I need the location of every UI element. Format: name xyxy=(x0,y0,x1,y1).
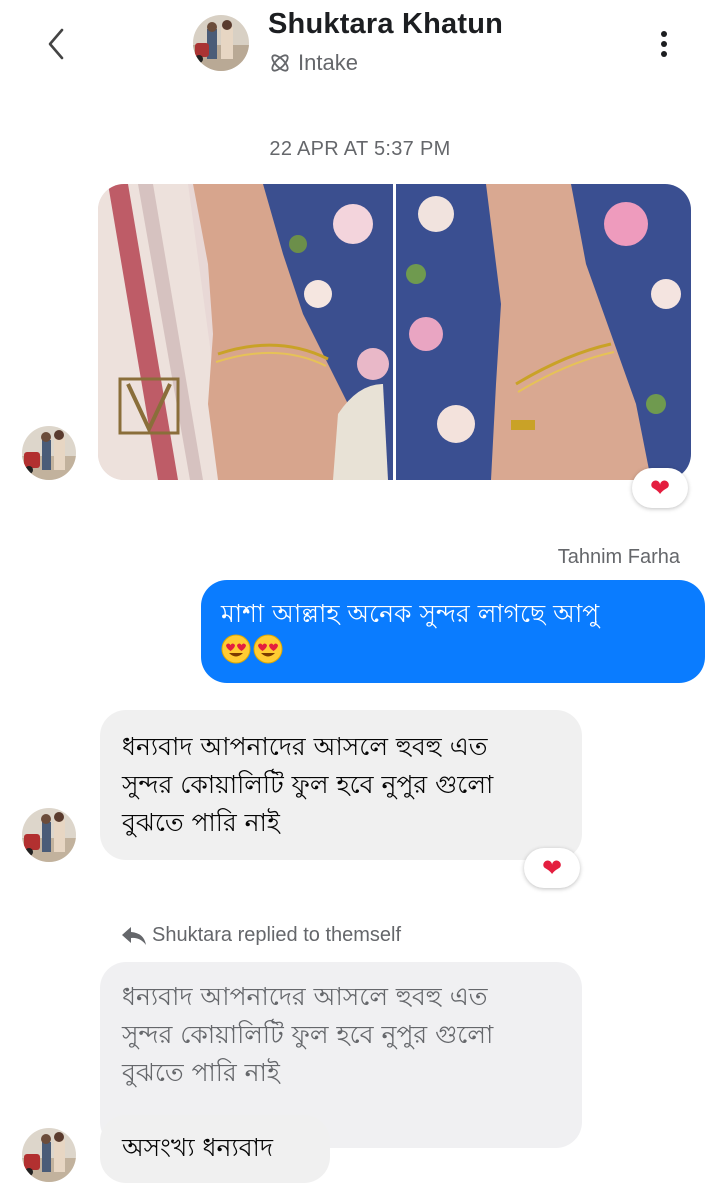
reply-message-text: অসংখ্য ধন্যবাদ xyxy=(122,1133,274,1162)
heart-eyes-emoji-icon xyxy=(253,634,283,664)
back-button[interactable] xyxy=(38,24,74,64)
contact-avatar[interactable] xyxy=(193,15,249,71)
heart-reaction[interactable]: ❤ xyxy=(524,848,580,888)
sender-name: Tahnim Farha xyxy=(557,546,680,568)
atom-icon xyxy=(271,54,289,72)
quoted-line: সুন্দর কোয়ালিটি ফুল হবে নুপুর গুলো xyxy=(122,1020,494,1049)
quoted-line: ধন্যবাদ আপনাদের আসলে হুবহু এত xyxy=(122,982,488,1011)
sender-avatar[interactable] xyxy=(22,426,76,480)
foot-photo-right[interactable] xyxy=(396,184,691,480)
chat-header: Shuktara Khatun Intake xyxy=(0,0,720,90)
incoming-message-bubble[interactable]: ধন্যবাদ আপনাদের আসলে হুবহু এত সুন্দর কোয… xyxy=(100,710,582,860)
outgoing-message-bubble[interactable]: মাশা আল্লাহ অনেক সুন্দর লাগছে আপু xyxy=(201,580,705,683)
contact-subtitle: Intake xyxy=(268,50,358,76)
quoted-line: বুঝতে পারি নাই xyxy=(122,1058,280,1087)
sender-avatar[interactable] xyxy=(22,1128,76,1182)
reply-arrow-icon xyxy=(122,926,146,945)
heart-icon: ❤ xyxy=(649,474,671,502)
heart-reaction[interactable]: ❤ xyxy=(632,468,688,508)
message-timestamp: 22 APR AT 5:37 PM xyxy=(269,138,451,160)
outgoing-message-text: মাশা আল্লাহ অনেক সুন্দর লাগছে আপু xyxy=(221,599,600,628)
reply-indicator: Shuktara replied to themself xyxy=(120,924,401,947)
message-line: বুঝতে পারি নাই xyxy=(122,808,280,837)
image-message[interactable] xyxy=(98,184,691,480)
more-options-button[interactable] xyxy=(650,24,678,64)
message-line: ধন্যবাদ আপনাদের আসলে হুবহু এত xyxy=(122,732,488,761)
heart-icon: ❤ xyxy=(541,854,563,882)
contact-name[interactable]: Shuktara Khatun xyxy=(268,8,503,41)
more-vertical-icon xyxy=(661,31,667,57)
sender-avatar[interactable] xyxy=(22,808,76,862)
chevron-left-icon xyxy=(48,28,64,60)
reply-indicator-text: Shuktara replied to themself xyxy=(152,924,402,946)
outgoing-emojis xyxy=(221,634,685,664)
message-line: সুন্দর কোয়ালিটি ফুল হবে নুপুর গুলো xyxy=(122,770,494,799)
heart-eyes-emoji-icon xyxy=(221,634,251,664)
contact-subtitle-text: Intake xyxy=(298,50,358,75)
foot-photo-left[interactable] xyxy=(98,184,393,480)
reply-message-bubble[interactable]: অসংখ্য ধন্যবাদ xyxy=(100,1115,330,1183)
